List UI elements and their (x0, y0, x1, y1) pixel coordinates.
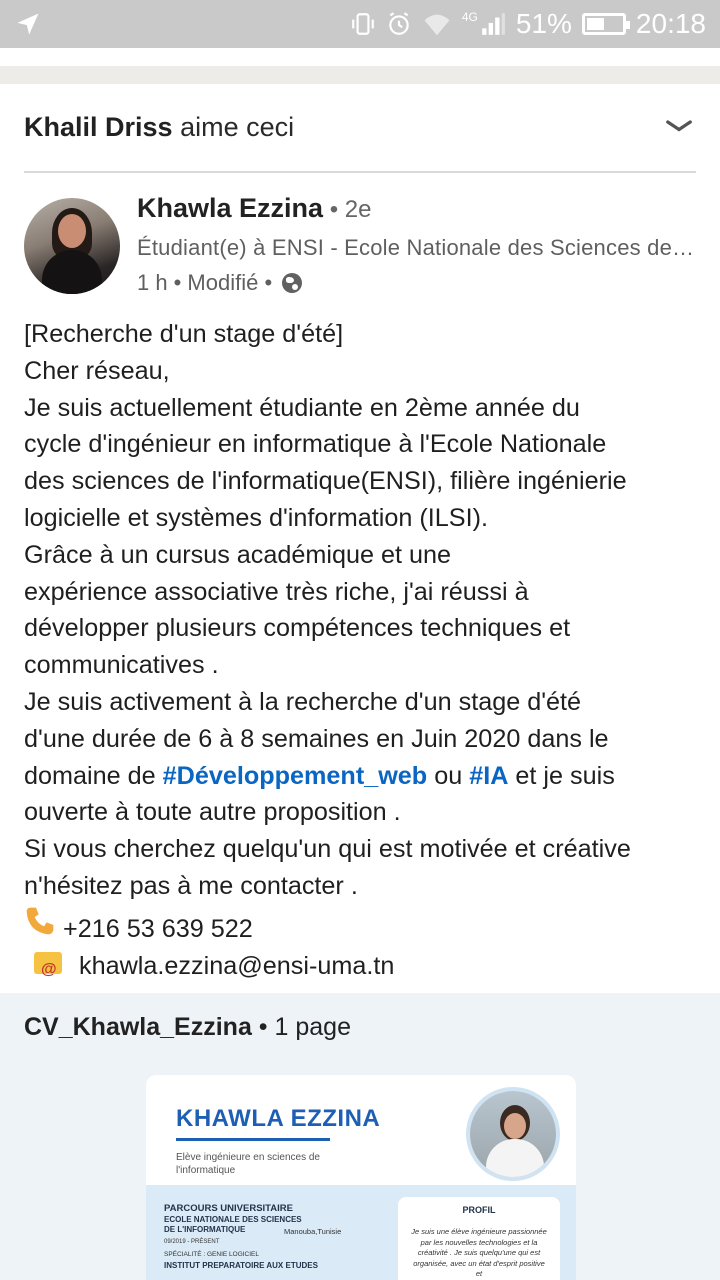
post-body: [Recherche d'un stage d'été] Cher réseau… (24, 316, 704, 988)
cv-education: PARCOURS UNIVERSITAIRE ECOLE NATIONALE D… (164, 1203, 341, 1272)
cv-dates: 09/2019 - PRÉSENT (164, 1239, 220, 1245)
cv-specialty: SPÉCIALITÉ : GENIE LOGICIEL (164, 1250, 260, 1258)
post-text: et je suis (508, 761, 615, 790)
cv-rule (176, 1138, 330, 1141)
clock: 20:18 (635, 8, 706, 39)
chevron-down-icon[interactable] (664, 112, 694, 142)
cv-prep: INSTITUT PREPARATOIRE AUX ETUDES (164, 1261, 318, 1270)
post-line: logicielle et systèmes d'information (IL… (24, 503, 488, 532)
post-line: cycle d'ingénieur en informatique à l'Ec… (24, 430, 607, 459)
alarm-icon (389, 12, 409, 35)
battery-icon (581, 13, 630, 35)
post-line: Cher réseau, (24, 356, 170, 385)
wifi-icon (424, 14, 450, 36)
cv-section-title: PARCOURS UNIVERSITAIRE (164, 1203, 293, 1214)
document-title: CV_Khawla_Ezzina (24, 1013, 252, 1041)
previous-post-remnant (0, 48, 720, 66)
email-address[interactable]: khawla.ezzina@ensi-uma.tn (79, 952, 394, 980)
document-title-line: CV_Khawla_Ezzina • 1 page (24, 1013, 351, 1042)
cv-name: KHAWLA EZZINA (176, 1105, 381, 1132)
post-text: domaine de (24, 761, 163, 790)
cv-location: Manouba,Tunisie (284, 1226, 342, 1236)
phone-number[interactable]: +216 53 639 522 (63, 915, 253, 943)
post-meta: 1 h • Modifié • (137, 270, 303, 296)
post-line: Je suis activement à la recherche d'un s… (24, 687, 582, 716)
post-line: communicatives . (24, 651, 219, 680)
globe-icon (282, 273, 303, 293)
feed-separator (0, 66, 720, 84)
post-line: Grâce à un cursus académique et une (24, 540, 452, 569)
author-name[interactable]: Khawla Ezzina (137, 193, 323, 223)
cv-profile-title: PROFIL (462, 1205, 496, 1215)
cv-photo (466, 1087, 560, 1181)
post-time: 1 h (137, 270, 168, 295)
vibrate-icon (352, 13, 374, 35)
send-icon (17, 13, 39, 35)
post-line: Je suis actuellement étudiante en 2ème a… (24, 393, 580, 422)
post-line: n'hésitez pas à me contacter . (24, 871, 358, 900)
author-avatar[interactable] (24, 198, 120, 294)
author-headline: Étudiant(e) à ENSI - Ecole Nationale des… (137, 235, 697, 260)
battery-percent: 51% (515, 8, 572, 39)
document-attachment[interactable]: CV_Khawla_Ezzina • 1 page KHAWLA EZZINA … (0, 993, 720, 1280)
post-line: [Recherche d'un stage d'été] (24, 320, 344, 348)
status-bar: 4G 51% 20:18 (0, 0, 720, 48)
email-line: khawla.ezzina@ensi-uma.tn (24, 948, 704, 988)
cv-profile-box: PROFIL Je suis une élève ingénieure pass… (398, 1197, 560, 1280)
post-line: expérience associative très riche, j'ai … (24, 577, 529, 606)
author-name-line[interactable]: Khawla Ezzina • 2e (137, 193, 371, 224)
phone-line: +216 53 639 522 (24, 905, 704, 948)
post-line-hashtags: domaine de #Développement_web ou #IA et … (24, 758, 704, 795)
post-line: ouverte à toute autre proposition . (24, 798, 401, 827)
header-divider (24, 171, 696, 173)
cv-subtitle: Elève ingénieure en sciences de l'inform… (176, 1152, 320, 1176)
connection-degree: • 2e (323, 196, 372, 223)
post-line: d'une durée de 6 à 8 semaines en Juin 20… (24, 724, 609, 753)
hashtag-link[interactable]: #IA (469, 762, 508, 790)
activity-text: Khalil Driss aime ceci (24, 112, 294, 143)
cv-profile-text: Je suis une élève ingénieure passionnée … (411, 1227, 547, 1278)
activity-header[interactable]: Khalil Driss aime ceci (0, 84, 720, 172)
network-label: 4G (461, 10, 478, 24)
activity-actor[interactable]: Khalil Driss (24, 112, 173, 142)
signal-icon (482, 13, 505, 35)
post-line: des sciences de l'informatique(ENSI), fi… (24, 467, 627, 496)
document-pages: • 1 page (251, 1013, 351, 1041)
document-preview[interactable]: KHAWLA EZZINA Elève ingénieure en scienc… (146, 1075, 576, 1280)
post-line: développer plusieurs compétences techniq… (24, 614, 571, 643)
post-edited: • Modifié • (173, 270, 273, 295)
hashtag-link[interactable]: #Développement_web (163, 762, 428, 790)
activity-action: aime ceci (172, 112, 295, 142)
email-icon (34, 951, 62, 988)
phone-icon (26, 907, 54, 935)
post-text: ou (427, 761, 470, 790)
post-line: Si vous cherchez quelqu'un qui est motiv… (24, 835, 631, 864)
